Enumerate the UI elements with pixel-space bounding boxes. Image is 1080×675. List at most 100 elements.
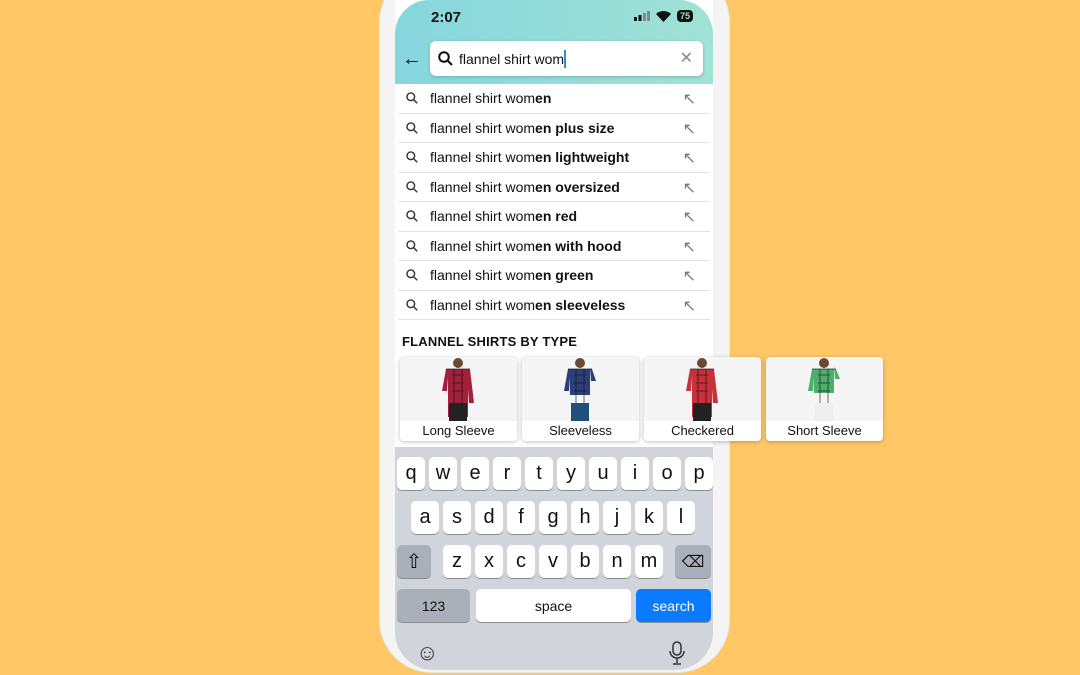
- search-icon: [406, 210, 418, 222]
- suggestion-completion: en sleeveless: [535, 296, 626, 313]
- shirt-type-card[interactable]: Long Sleeve: [400, 357, 517, 441]
- suggestion-item[interactable]: flannel shirt wom en plus size ↖: [398, 114, 710, 143]
- search-icon: [406, 180, 418, 193]
- key-k[interactable]: k: [635, 501, 663, 534]
- search-icon: [406, 151, 418, 163]
- wifi-icon: [655, 10, 671, 22]
- search-icon: [438, 51, 453, 66]
- key-e[interactable]: e: [461, 457, 489, 490]
- keyboard: ☺ q w e r t y u i o p a s d f g h j k l z x c v b n m ⇧ ⌫ 123 space se…: [395, 447, 713, 670]
- close-icon[interactable]: ✕: [680, 48, 693, 68]
- suggestion-prefix: flannel shirt wom: [430, 296, 536, 313]
- shirt-type-card[interactable]: Checkered: [644, 357, 761, 441]
- numbers-key[interactable]: 123: [397, 589, 470, 622]
- backspace-key[interactable]: ⌫: [675, 545, 711, 578]
- suggestion-item[interactable]: flannel shirt wom en lightweight ↖: [398, 143, 710, 173]
- key-x[interactable]: x: [475, 545, 503, 578]
- key-s[interactable]: s: [443, 501, 471, 534]
- shift-key[interactable]: ⇧: [397, 545, 431, 578]
- key-n[interactable]: n: [603, 545, 631, 578]
- header: 2:07 75 ← flannel shirt wom ✕: [395, 0, 713, 84]
- key-v[interactable]: v: [539, 545, 567, 578]
- key-p[interactable]: p: [685, 457, 713, 490]
- suggestion-item[interactable]: flannel shirt wom en sleeveless ↖: [398, 291, 710, 320]
- suggestion-item[interactable]: flannel shirt wom en oversized ↖: [398, 173, 710, 202]
- suggestion-item[interactable]: flannel shirt wom en red ↖: [398, 202, 710, 232]
- suggestion-completion: en green: [535, 267, 594, 284]
- shirt-type-label: Sleeveless: [522, 421, 639, 441]
- key-j[interactable]: j: [603, 501, 631, 534]
- space-key[interactable]: space: [476, 589, 631, 622]
- key-f[interactable]: f: [507, 501, 535, 534]
- key-i[interactable]: i: [621, 457, 649, 490]
- shirt-type-label: Long Sleeve: [400, 421, 517, 441]
- suggestion-completion: en lightweight: [535, 149, 630, 166]
- key-z[interactable]: z: [443, 545, 471, 578]
- suggestion-completion: en oversized: [535, 178, 620, 195]
- suggestion-list: flannel shirt wom en ↖ flannel shirt wom en …: [395, 84, 713, 320]
- key-q[interactable]: q: [397, 457, 425, 490]
- suggestion-item[interactable]: flannel shirt wom en ↖: [398, 84, 710, 114]
- search-query[interactable]: flannel shirt wom: [459, 49, 567, 68]
- suggestion-completion: en red: [535, 208, 578, 225]
- shirt-type-label: Short Sleeve: [766, 421, 883, 441]
- shift-icon: ⇧: [405, 551, 423, 573]
- key-r[interactable]: r: [493, 457, 521, 490]
- search-icon: [406, 239, 418, 252]
- key-y[interactable]: y: [557, 457, 585, 490]
- search-icon: [406, 298, 418, 311]
- search-icon: [406, 121, 418, 134]
- shirt-type-card[interactable]: Sleeveless: [522, 357, 639, 441]
- arrow-up-left-icon[interactable]: ↖: [683, 207, 696, 227]
- key-o[interactable]: o: [653, 457, 681, 490]
- key-c[interactable]: c: [507, 545, 535, 578]
- arrow-up-left-icon[interactable]: ↖: [683, 89, 696, 109]
- suggestion-prefix: flannel shirt wom: [430, 237, 536, 254]
- key-g[interactable]: g: [539, 501, 567, 534]
- suggestion-completion: en with hood: [535, 237, 622, 254]
- key-l[interactable]: l: [667, 501, 695, 534]
- suggestion-prefix: flannel shirt wom: [430, 208, 536, 225]
- suggestion-prefix: flannel shirt wom: [430, 178, 536, 195]
- arrow-up-left-icon[interactable]: ↖: [683, 148, 696, 168]
- arrow-up-left-icon[interactable]: ↖: [683, 119, 696, 139]
- key-b[interactable]: b: [571, 545, 599, 578]
- status-time: 2:07: [431, 9, 462, 26]
- shirt-type-card[interactable]: Short Sleeve: [766, 357, 883, 441]
- suggestion-completion: en plus size: [535, 119, 615, 136]
- key-w[interactable]: w: [429, 457, 457, 490]
- shirt-image: [564, 358, 596, 421]
- search-key[interactable]: search: [636, 589, 711, 622]
- shirt-image: [686, 358, 718, 421]
- arrow-left-icon[interactable]: ←: [402, 48, 422, 71]
- key-a[interactable]: a: [411, 501, 439, 534]
- suggestion-prefix: flannel shirt wom: [430, 149, 536, 166]
- shirt-type-label: Checkered: [644, 421, 761, 441]
- suggestion-prefix: flannel shirt wom: [430, 119, 536, 136]
- suggestion-prefix: flannel shirt wom: [430, 90, 536, 107]
- key-t[interactable]: t: [525, 457, 553, 490]
- phone-screen: 2:07 75 ← flannel shirt wom ✕ flannel sh…: [395, 0, 713, 670]
- signal-icon: [633, 11, 650, 21]
- microphone-icon[interactable]: [669, 641, 685, 665]
- battery-icon: 75: [676, 10, 693, 22]
- suggestion-item[interactable]: flannel shirt wom en green ↖: [398, 261, 710, 291]
- shirt-image: [442, 358, 474, 421]
- suggestion-item[interactable]: flannel shirt wom en with hood ↖: [398, 232, 710, 261]
- search-icon: [406, 92, 418, 104]
- arrow-up-left-icon[interactable]: ↖: [683, 178, 696, 198]
- key-u[interactable]: u: [589, 457, 617, 490]
- arrow-up-left-icon[interactable]: ↖: [683, 296, 696, 316]
- section-heading: FLANNEL SHIRTS BY TYPE: [402, 334, 578, 349]
- emoji-icon[interactable]: ☺: [416, 640, 438, 666]
- search-icon: [406, 269, 418, 281]
- key-d[interactable]: d: [475, 501, 503, 534]
- backspace-icon: ⌫: [681, 553, 705, 571]
- arrow-up-left-icon[interactable]: ↖: [683, 266, 696, 286]
- search-input[interactable]: flannel shirt wom ✕: [430, 41, 703, 76]
- suggestion-completion: en: [535, 90, 552, 107]
- key-m[interactable]: m: [635, 545, 663, 578]
- key-h[interactable]: h: [571, 501, 599, 534]
- suggestion-prefix: flannel shirt wom: [430, 267, 536, 284]
- arrow-up-left-icon[interactable]: ↖: [683, 237, 696, 257]
